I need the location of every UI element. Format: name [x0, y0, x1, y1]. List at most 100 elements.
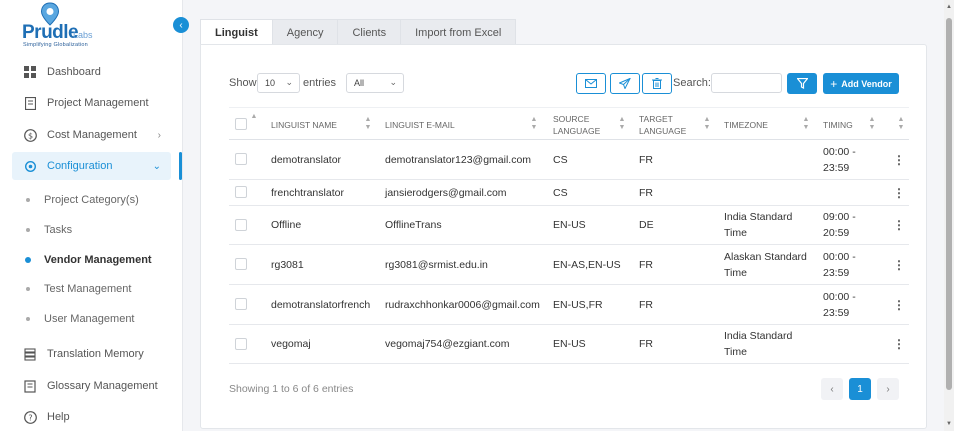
- sidebar-collapse-button[interactable]: ‹: [173, 17, 189, 33]
- sidebar-item-project-management[interactable]: Project Management: [12, 89, 171, 117]
- column-header-target-language[interactable]: TARGET LANGUAGE: [639, 108, 697, 141]
- grid-icon: [23, 65, 37, 79]
- sidebar-item-cost-management[interactable]: $ Cost Management ›: [12, 121, 171, 149]
- sidebar-subitem-test-management[interactable]: Test Management: [26, 280, 131, 298]
- more-vertical-icon[interactable]: ⋮: [893, 245, 905, 284]
- svg-text:$: $: [27, 131, 32, 140]
- mail-icon: [585, 79, 597, 88]
- chevron-down-icon: ⌄: [389, 77, 397, 87]
- database-icon: [23, 347, 37, 361]
- bullet-icon: [26, 317, 30, 321]
- bullet-icon: [25, 257, 31, 263]
- sort-icon[interactable]: ▲ ▼: [802, 116, 810, 132]
- more-vertical-icon[interactable]: ⋮: [893, 285, 905, 324]
- select-all-checkbox[interactable]: [235, 118, 247, 130]
- scroll-up-icon[interactable]: ▲: [944, 2, 954, 12]
- bullet-icon: [26, 228, 30, 232]
- more-vertical-icon[interactable]: ⋮: [893, 325, 905, 363]
- sidebar: Prudle Labs Simplifying Globalization Da…: [0, 0, 183, 431]
- chevron-down-icon: ⌄: [152, 160, 161, 172]
- search-label: Search:: [673, 77, 711, 89]
- column-header-timezone[interactable]: TIMEZONE: [724, 108, 768, 141]
- bullet-icon: [26, 287, 30, 291]
- row-checkbox[interactable]: [235, 219, 247, 231]
- tab-linguist[interactable]: Linguist: [200, 19, 273, 45]
- bullet-icon: [26, 198, 30, 202]
- gear-icon: [23, 159, 37, 173]
- table-row[interactable]: rg3081 rg3081@srmist.edu.in EN-AS,EN-US …: [229, 245, 909, 285]
- svg-text:?: ?: [28, 413, 32, 422]
- sort-icon[interactable]: ▲ ▼: [364, 116, 372, 132]
- chevron-left-icon: ‹: [179, 19, 183, 31]
- more-vertical-icon[interactable]: ⋮: [893, 140, 905, 179]
- sidebar-item-label: Help: [47, 411, 70, 423]
- pagination-page-1[interactable]: 1: [849, 378, 871, 400]
- delete-button[interactable]: [642, 73, 672, 94]
- sidebar-subitem-tasks[interactable]: Tasks: [26, 221, 72, 239]
- row-checkbox[interactable]: [235, 186, 247, 198]
- table-row[interactable]: demotranslatorfrench rudraxchhonkar0006@…: [229, 285, 909, 325]
- table-row[interactable]: vegomaj vegomaj754@ezgiant.com EN-US FR …: [229, 325, 909, 364]
- sort-icon[interactable]: ▲ ▼: [530, 116, 538, 132]
- search-input[interactable]: [711, 73, 782, 93]
- column-header-timing[interactable]: TIMING: [823, 108, 853, 141]
- more-vertical-icon[interactable]: ⋮: [893, 180, 905, 205]
- plus-icon: +: [830, 76, 838, 91]
- table-info: Showing 1 to 6 of 6 entries: [229, 383, 354, 395]
- show-label: Show: [229, 77, 257, 89]
- tab-import-from-excel[interactable]: Import from Excel: [400, 19, 517, 45]
- tab-agency[interactable]: Agency: [271, 19, 339, 45]
- column-header-name[interactable]: LINGUIST NAME: [271, 108, 337, 141]
- sidebar-item-translation-memory[interactable]: Translation Memory: [12, 340, 171, 368]
- brand-logo[interactable]: Prudle Labs Simplifying Globalization: [20, 2, 130, 48]
- active-indicator: [179, 152, 182, 180]
- document-icon: [23, 96, 37, 110]
- sidebar-subitem-vendor-management[interactable]: Vendor Management: [25, 251, 152, 269]
- send-button[interactable]: [610, 73, 640, 94]
- row-checkbox[interactable]: [235, 258, 247, 270]
- filter-button[interactable]: [787, 73, 817, 94]
- sidebar-item-glossary-management[interactable]: Glossary Management: [12, 372, 171, 400]
- scrollbar-thumb[interactable]: [946, 18, 952, 390]
- scroll-down-icon[interactable]: ▼: [944, 419, 954, 429]
- filter-icon: [796, 78, 808, 89]
- pagination-next-button[interactable]: ›: [877, 378, 899, 400]
- status-filter-select[interactable]: All ⌄: [346, 73, 404, 93]
- row-checkbox[interactable]: [235, 298, 247, 310]
- column-header-email[interactable]: LINGUIST E-MAIL: [385, 108, 455, 141]
- table-header: ▲ LINGUIST NAME ▲ ▼ LINGUIST E-MAIL ▲ ▼ SO…: [229, 107, 909, 140]
- sort-icon[interactable]: ▲ ▼: [618, 116, 626, 132]
- sort-icon[interactable]: ▲: [250, 113, 258, 121]
- page-scrollbar[interactable]: ▲ ▼: [944, 0, 954, 431]
- sort-icon[interactable]: ▲ ▼: [868, 116, 876, 132]
- sidebar-item-label: Translation Memory: [47, 348, 144, 360]
- sidebar-item-label: Configuration: [47, 160, 113, 172]
- sidebar-item-label: Glossary Management: [47, 380, 158, 392]
- sort-icon[interactable]: ▲ ▼: [897, 116, 905, 132]
- send-icon: [619, 78, 631, 89]
- add-vendor-button[interactable]: + Add Vendor: [823, 73, 899, 94]
- column-header-source-language[interactable]: SOURCE LANGUAGE: [553, 108, 615, 141]
- linguist-panel: Show 10 ⌄ entries All ⌄ Search: + Add Ve…: [200, 44, 927, 429]
- sidebar-subitem-user-management[interactable]: User Management: [26, 310, 135, 328]
- email-button[interactable]: [576, 73, 606, 94]
- chevron-down-icon: ⌄: [285, 77, 293, 87]
- table-row[interactable]: demotranslator demotranslator123@gmail.c…: [229, 140, 909, 180]
- more-vertical-icon[interactable]: ⋮: [893, 206, 905, 244]
- brand-name: Prudle: [22, 22, 79, 43]
- entries-per-page-select[interactable]: 10 ⌄: [257, 73, 300, 93]
- sidebar-item-help[interactable]: ? Help: [12, 403, 171, 431]
- sidebar-item-dashboard[interactable]: Dashboard: [12, 58, 171, 86]
- pagination-prev-button[interactable]: ‹: [821, 378, 843, 400]
- row-checkbox[interactable]: [235, 153, 247, 165]
- table-row[interactable]: Offline OfflineTrans EN-US DE India Stan…: [229, 206, 909, 245]
- chevron-right-icon: ›: [157, 129, 161, 141]
- sort-icon[interactable]: ▲ ▼: [703, 116, 711, 132]
- sidebar-item-label: Cost Management: [47, 129, 137, 141]
- row-checkbox[interactable]: [235, 338, 247, 350]
- dollar-circle-icon: $: [23, 128, 37, 142]
- sidebar-item-configuration[interactable]: Configuration ⌄: [12, 152, 171, 180]
- table-row[interactable]: frenchtranslator jansierodgers@gmail.com…: [229, 180, 909, 206]
- sidebar-subitem-project-category[interactable]: Project Category(s): [26, 191, 139, 209]
- tab-clients[interactable]: Clients: [337, 19, 402, 45]
